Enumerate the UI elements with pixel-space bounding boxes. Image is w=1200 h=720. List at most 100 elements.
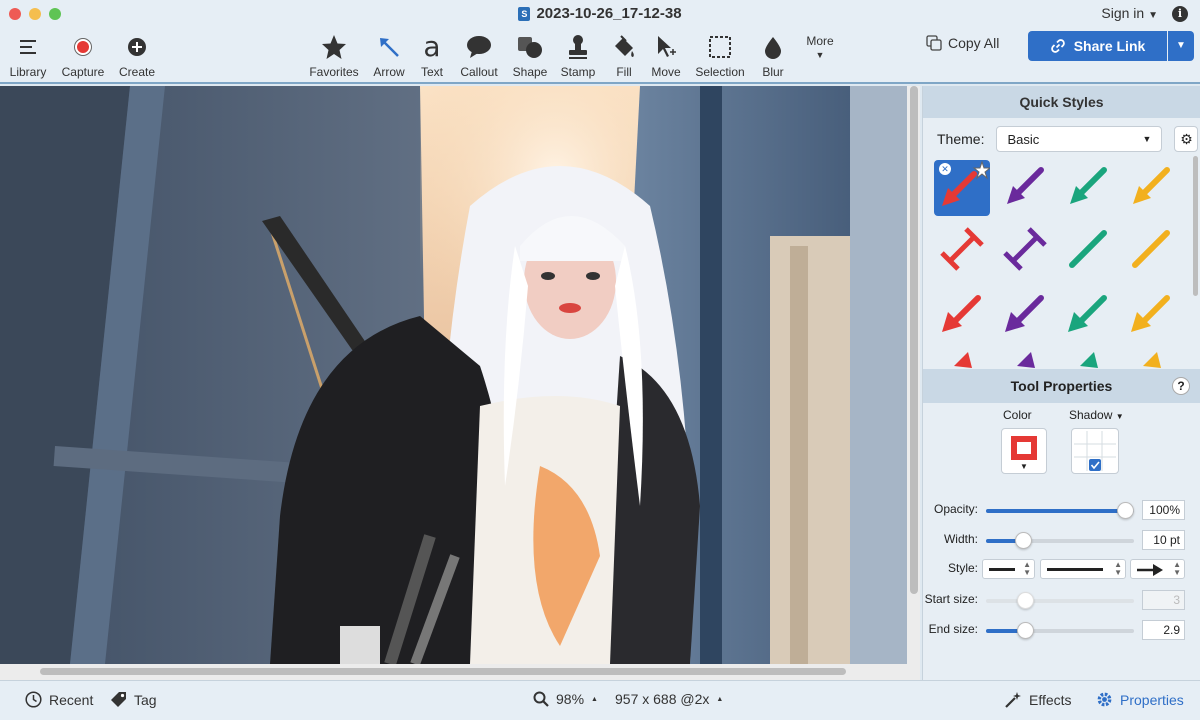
quick-styles-grid: ✕	[931, 158, 1185, 368]
style-preset-1[interactable]: ✕	[934, 160, 992, 216]
move-label: Move	[651, 65, 681, 79]
favorites-tool[interactable]: Favorites	[304, 32, 364, 79]
opacity-field[interactable]: 100%	[1142, 500, 1185, 520]
help-icon[interactable]: ?	[1172, 377, 1190, 395]
style-preset-7[interactable]	[1060, 223, 1116, 279]
width-row: Width: 10 pt	[923, 530, 1200, 550]
style-preset-15[interactable]	[1060, 346, 1116, 368]
image-size-control[interactable]: 957 x 688 @2x ▲	[615, 691, 723, 707]
shadow-label: Shadow	[1069, 408, 1113, 422]
arrowhead-icon	[1137, 564, 1163, 576]
style-preset-13[interactable]	[934, 346, 990, 368]
copy-icon	[926, 35, 942, 51]
start-size-slider[interactable]	[986, 592, 1134, 609]
opacity-slider-fill	[986, 509, 1134, 513]
zoom-control[interactable]: 98% ▲	[533, 691, 598, 707]
color-label: Color	[1003, 408, 1032, 422]
width-label: Width:	[943, 532, 978, 546]
style-preset-11[interactable]	[1060, 286, 1116, 342]
move-cursor-icon	[658, 36, 676, 57]
screenshot-image[interactable]	[0, 86, 907, 664]
sign-in-menu[interactable]: Sign in ▼	[1101, 5, 1158, 21]
end-size-field[interactable]: 2.9	[1142, 620, 1185, 640]
theme-select[interactable]: Basic ▼	[996, 126, 1163, 152]
clock-icon	[25, 691, 42, 708]
start-size-field[interactable]: 3	[1142, 590, 1185, 610]
end-size-slider-knob[interactable]	[1017, 622, 1035, 639]
start-size-label: Start size:	[924, 592, 978, 606]
selection-tool[interactable]: Selection	[690, 32, 750, 79]
sign-in-label: Sign in	[1101, 5, 1145, 21]
style-preset-8[interactable]	[1123, 223, 1179, 279]
magnifier-icon	[533, 691, 549, 707]
style-preset-3[interactable]	[1060, 160, 1116, 216]
more-tools-button[interactable]: More ▼	[790, 34, 850, 60]
start-size-row: Start size: 3	[923, 590, 1200, 610]
tool-properties-title: Tool Properties	[1010, 378, 1113, 394]
style-row: Style: ▲ ▼ ▲ ▼ ▲ ▼	[923, 559, 1200, 579]
line-style-popup[interactable]: ▲ ▼	[982, 559, 1035, 579]
width-slider[interactable]	[986, 532, 1134, 549]
text-a-icon: a	[423, 30, 441, 63]
color-picker[interactable]: ▼	[1001, 428, 1047, 474]
style-preset-4[interactable]	[1123, 160, 1179, 216]
opacity-label: Opacity:	[933, 502, 978, 516]
arrow-icon	[380, 38, 399, 57]
end-size-slider[interactable]	[986, 622, 1134, 639]
quick-styles-header: Quick Styles	[923, 86, 1200, 118]
inspector-panel: Quick Styles Theme: Basic ▼ ⚙ ✕ Tool Pro…	[922, 86, 1200, 680]
chevron-down-icon: ▼	[1115, 412, 1124, 421]
style-preset-2[interactable]	[997, 160, 1053, 216]
editor-canvas[interactable]	[0, 86, 920, 680]
quick-styles-scrollbar[interactable]	[1193, 156, 1198, 296]
properties-button[interactable]: Properties	[1096, 691, 1184, 708]
svg-text:✕: ✕	[941, 164, 949, 174]
favorites-label: Favorites	[309, 65, 359, 79]
share-link-button[interactable]: Share Link	[1028, 31, 1167, 61]
library-button[interactable]: Library	[0, 32, 58, 79]
shadow-menu[interactable]: Shadow ▼	[1069, 408, 1124, 422]
gear-icon[interactable]: ⚙	[1174, 126, 1199, 152]
arrowhead-style-popup[interactable]: ▲ ▼	[1130, 559, 1185, 579]
gear-icon	[1097, 692, 1112, 707]
style-preset-10[interactable]	[997, 286, 1053, 342]
share-link-label: Share Link	[1073, 38, 1146, 54]
opacity-slider-knob[interactable]	[1117, 502, 1134, 519]
style-preset-9[interactable]	[934, 286, 990, 342]
style-preset-5[interactable]	[934, 223, 990, 279]
window-title: S 2023-10-26_17-12-38	[0, 5, 1200, 22]
horizontal-scrollbar[interactable]	[40, 668, 846, 675]
copy-all-button[interactable]: Copy All	[926, 35, 999, 51]
shadow-picker[interactable]	[1071, 428, 1119, 474]
start-size-slider-knob[interactable]	[1017, 592, 1035, 609]
style-preset-12[interactable]	[1123, 286, 1179, 342]
share-options-dropdown[interactable]: ▼	[1168, 31, 1194, 61]
link-icon	[1050, 39, 1065, 53]
vertical-scrollbar[interactable]	[910, 86, 918, 594]
width-field[interactable]: 10 pt	[1142, 530, 1185, 550]
effects-button[interactable]: Effects	[1004, 691, 1072, 709]
opacity-slider[interactable]	[986, 502, 1134, 519]
recent-button[interactable]: Recent	[25, 691, 93, 708]
document-icon: S	[518, 7, 531, 21]
style-preset-14[interactable]	[997, 346, 1053, 368]
dash-style-popup[interactable]: ▲ ▼	[1040, 559, 1126, 579]
hamburger-icon	[20, 40, 36, 54]
capture-button[interactable]: Capture	[53, 32, 113, 79]
shape-icon	[518, 37, 542, 58]
style-preset-16[interactable]	[1123, 346, 1179, 368]
tool-properties-header: Tool Properties ?	[923, 369, 1200, 403]
width-slider-knob[interactable]	[1014, 532, 1032, 549]
opacity-row: Opacity: 100%	[923, 500, 1200, 520]
library-label: Library	[9, 65, 47, 79]
drop-icon	[765, 37, 781, 59]
move-tool[interactable]: Move	[636, 32, 696, 79]
chevron-down-icon: ▼	[1142, 134, 1152, 144]
chevron-down-icon: ▼	[1148, 10, 1158, 21]
image-dimensions: 957 x 688 @2x	[615, 691, 710, 707]
chevron-down-icon: ▼	[1176, 40, 1186, 51]
create-button[interactable]: Create	[107, 32, 167, 79]
tag-button[interactable]: Tag	[110, 691, 157, 708]
info-icon[interactable]: i	[1172, 6, 1188, 22]
style-preset-6[interactable]	[997, 223, 1053, 279]
